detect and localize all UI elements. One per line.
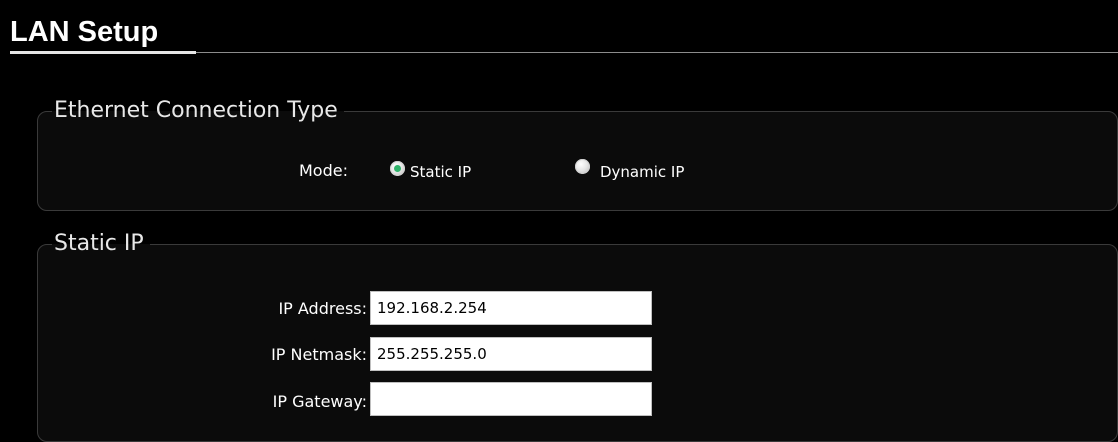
title-underline <box>10 51 196 54</box>
ip-address-input[interactable] <box>370 291 652 325</box>
mode-label: Mode: <box>299 161 348 180</box>
static-ip-radio[interactable] <box>390 161 405 176</box>
ethernet-connection-type-group: Ethernet Connection Type <box>37 99 1118 211</box>
ip-gateway-input[interactable] <box>370 382 652 416</box>
ip-netmask-input[interactable] <box>370 337 652 371</box>
ethernet-connection-type-legend: Ethernet Connection Type <box>54 98 338 123</box>
ip-gateway-label: IP Gateway: <box>272 392 367 411</box>
page-title: LAN Setup <box>10 16 159 48</box>
static-ip-radio-label[interactable]: Static IP <box>410 163 471 181</box>
dynamic-ip-radio[interactable] <box>575 159 590 174</box>
ip-address-label: IP Address: <box>278 299 367 318</box>
ip-netmask-label: IP Netmask: <box>271 345 367 364</box>
page-header: LAN Setup <box>0 0 1118 56</box>
lan-setup-page: LAN Setup Ethernet Connection Type Mode:… <box>0 0 1118 442</box>
dynamic-ip-radio-label[interactable]: Dynamic IP <box>600 163 684 181</box>
static-ip-legend: Static IP <box>54 231 144 256</box>
